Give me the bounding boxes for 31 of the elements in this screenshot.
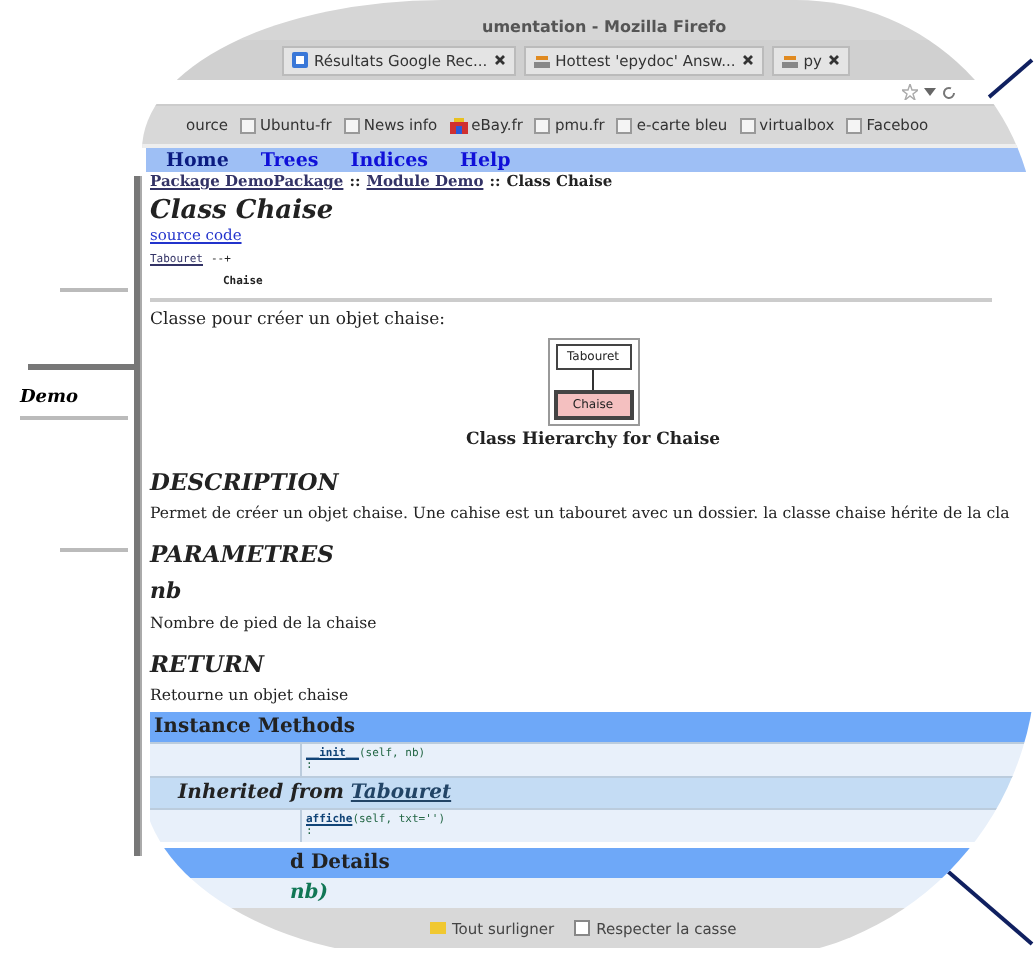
stack-icon [533, 52, 550, 68]
page-icon [534, 117, 551, 133]
bag-icon [449, 117, 468, 133]
checkbox[interactable] [574, 920, 591, 936]
stack-icon [781, 52, 798, 68]
nav-link[interactable]: Help [460, 149, 511, 171]
class-title: Class Chaise [150, 196, 336, 226]
page-icon [739, 117, 756, 133]
parameter-name: nb [150, 578, 184, 604]
nav-link[interactable]: Trees [260, 149, 319, 171]
section-heading: DESCRIPTION [150, 468, 341, 496]
module-label: Demo [20, 388, 79, 408]
star-icon[interactable] [902, 84, 918, 100]
section-heading: RETURN [150, 650, 267, 678]
close-icon[interactable] [741, 54, 754, 66]
page-icon [240, 117, 256, 133]
page-icon [846, 117, 863, 133]
reload-icon[interactable] [942, 85, 956, 99]
diagram-caption: Class Hierarchy for Chaise [465, 430, 721, 450]
nav-link[interactable]: Indices [350, 149, 429, 171]
close-icon[interactable] [493, 54, 506, 66]
page-icon [616, 117, 633, 133]
dropdown-icon[interactable] [924, 87, 936, 97]
class-link[interactable]: Tabouret [350, 782, 452, 804]
window-title: umentation - Mozilla Firefo [482, 18, 727, 36]
table-heading: Instance Methods [150, 712, 1036, 742]
section-heading: PARAMETRES [150, 540, 336, 568]
page-icon [343, 117, 360, 133]
class-summary: Classe pour créer un objet chaise: [150, 310, 447, 330]
close-icon[interactable] [827, 54, 840, 66]
nav-link[interactable]: Home [166, 149, 229, 171]
